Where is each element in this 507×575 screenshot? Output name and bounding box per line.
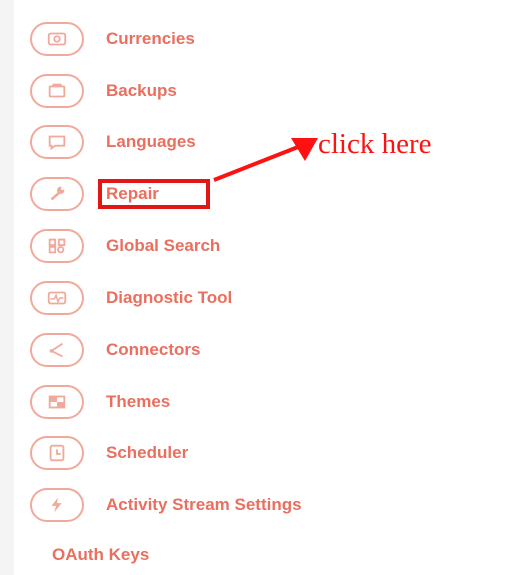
diagnostic-icon [30, 281, 84, 315]
currency-icon [30, 22, 84, 56]
annotation-arrow [213, 138, 318, 182]
connector-icon [30, 333, 84, 367]
search-grid-icon [30, 229, 84, 263]
menu-item-global-search[interactable]: Global Search [30, 226, 220, 266]
menu-item-label: Connectors [106, 340, 201, 359]
menu-item-label: Backups [106, 81, 177, 100]
menu-item-languages[interactable]: Languages [30, 122, 196, 162]
lightning-icon [30, 488, 84, 522]
admin-settings-menu: Currencies Backups Languages Repair Glob… [0, 0, 507, 575]
menu-item-diagnostic-tool[interactable]: Diagnostic Tool [30, 278, 232, 318]
menu-item-oauth-keys[interactable]: OAuth Keys [52, 545, 149, 565]
menu-item-backups[interactable]: Backups [30, 71, 177, 111]
menu-item-activity-stream-settings[interactable]: Activity Stream Settings [30, 485, 302, 525]
repair-highlight-box [98, 179, 210, 209]
menu-item-connectors[interactable]: Connectors [30, 330, 200, 370]
menu-item-label: Themes [106, 392, 171, 411]
menu-item-label: Languages [106, 132, 196, 151]
menu-item-scheduler[interactable]: Scheduler [30, 433, 188, 473]
wrench-icon [30, 177, 84, 211]
menu-item-label: Scheduler [106, 443, 189, 462]
menu-item-label: Global Search [106, 236, 221, 255]
clock-icon [30, 436, 84, 470]
menu-item-label: Activity Stream Settings [106, 495, 302, 514]
menu-item-label: Currencies [106, 29, 195, 48]
menu-item-currencies[interactable]: Currencies [30, 19, 195, 59]
theme-icon [30, 385, 84, 419]
backup-icon [30, 74, 84, 108]
language-icon [30, 125, 84, 159]
menu-item-themes[interactable]: Themes [30, 382, 170, 422]
click-here-annotation: click here [318, 128, 432, 160]
menu-item-label: Diagnostic Tool [106, 288, 233, 307]
